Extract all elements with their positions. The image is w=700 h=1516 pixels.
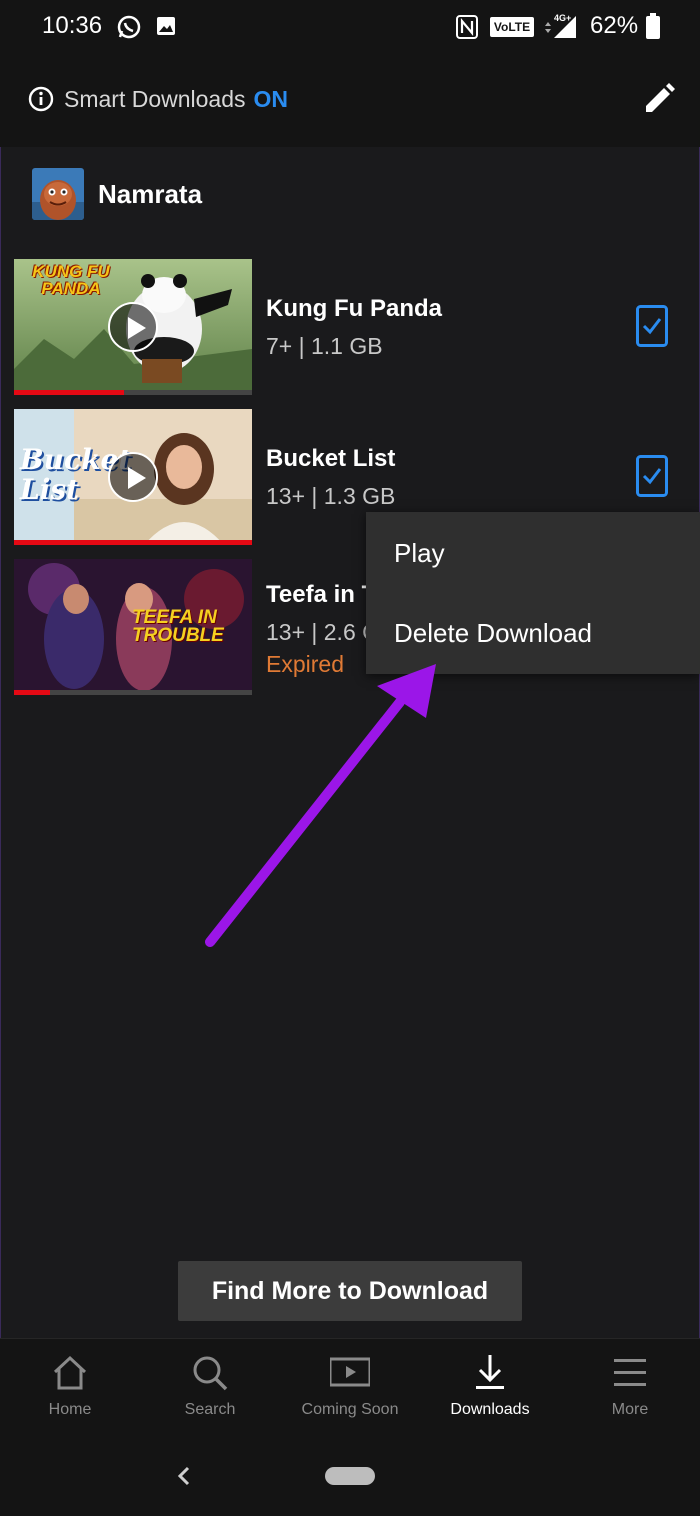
download-meta: 13+ | 2.6 G xyxy=(266,619,381,645)
find-more-button[interactable]: Find More to Download xyxy=(178,1261,522,1321)
volte-icon: VoLTE xyxy=(490,17,534,37)
smart-downloads-label: Smart Downloads xyxy=(64,85,246,112)
smart-downloads-state: ON xyxy=(253,85,289,112)
nav-label: Search xyxy=(184,1401,236,1418)
menu-icon xyxy=(614,1359,646,1386)
coming-soon-icon xyxy=(330,1357,370,1387)
thumb-logo: TEEFA IN TROUBLE xyxy=(132,607,224,646)
context-menu: Play Delete Download xyxy=(366,512,700,674)
nav-more[interactable]: More xyxy=(560,1339,700,1431)
nav-label: Coming Soon xyxy=(301,1401,399,1418)
edit-pencil-icon[interactable] xyxy=(642,82,676,116)
play-button[interactable] xyxy=(108,302,158,352)
menu-item-play[interactable]: Play xyxy=(394,538,445,569)
nav-label: Home xyxy=(48,1401,92,1418)
download-meta: 7+ | 1.1 GB xyxy=(266,333,383,359)
downloaded-check-icon[interactable] xyxy=(636,305,668,347)
top-bar: 10:36 VoLTE 4G+ 62% Smart Downloads ON xyxy=(0,0,700,147)
status-bar: 10:36 VoLTE 4G+ 62% xyxy=(0,0,700,56)
search-icon xyxy=(193,1356,228,1391)
battery-icon xyxy=(646,13,660,39)
nav-search[interactable]: Search xyxy=(140,1339,280,1431)
download-icon xyxy=(476,1355,504,1389)
gallery-icon xyxy=(157,17,175,35)
status-time: 10:36 xyxy=(42,12,103,39)
nav-downloads[interactable]: Downloads xyxy=(420,1339,560,1431)
signal-icon: 4G+ xyxy=(545,13,576,38)
thumb-logo: Bucket List xyxy=(20,443,132,506)
home-icon xyxy=(53,1355,87,1390)
back-chevron-icon[interactable] xyxy=(176,1464,192,1488)
profile-header: Namrata xyxy=(32,168,202,220)
expired-label: Expired xyxy=(266,651,344,677)
download-meta: 13+ | 1.3 GB xyxy=(266,483,396,509)
download-title: Teefa in T xyxy=(266,581,377,608)
play-button[interactable] xyxy=(108,452,158,502)
bottom-nav: Home Search Coming Soon Downloads More xyxy=(0,1338,700,1430)
profile-name: Namrata xyxy=(98,178,203,209)
nfc-icon xyxy=(456,15,478,39)
progress-bar xyxy=(14,390,124,395)
nav-label: Downloads xyxy=(450,1401,530,1418)
thumbnail-teefa-in-trouble[interactable]: TEEFA IN TROUBLE xyxy=(14,559,252,695)
thumbnail-bucket-list[interactable]: Bucket List xyxy=(14,409,252,545)
battery-percent: 62% xyxy=(590,12,639,39)
whatsapp-icon xyxy=(117,15,141,39)
download-title: Bucket List xyxy=(266,445,396,472)
svg-text:4G+: 4G+ xyxy=(554,13,571,23)
home-gesture-pill[interactable] xyxy=(325,1467,375,1485)
smart-downloads-toggle[interactable]: Smart Downloads ON xyxy=(28,84,288,114)
progress-bar xyxy=(14,540,252,545)
info-icon xyxy=(28,86,54,112)
download-row[interactable]: KUNG FU PANDA Kung Fu Panda 7+ | 1.1 GB xyxy=(14,259,694,399)
thumbnail-kung-fu-panda[interactable]: KUNG FU PANDA xyxy=(14,259,252,395)
avatar xyxy=(32,168,84,220)
nav-coming-soon[interactable]: Coming Soon xyxy=(280,1339,420,1431)
downloaded-check-icon[interactable] xyxy=(636,455,668,497)
menu-item-delete-download[interactable]: Delete Download xyxy=(394,618,592,649)
download-title: Kung Fu Panda xyxy=(266,295,442,322)
thumb-logo: KUNG FU PANDA xyxy=(32,262,110,298)
system-nav-bar xyxy=(0,1430,700,1516)
nav-label: More xyxy=(611,1401,649,1418)
progress-bar xyxy=(14,690,50,695)
nav-home[interactable]: Home xyxy=(0,1339,140,1431)
